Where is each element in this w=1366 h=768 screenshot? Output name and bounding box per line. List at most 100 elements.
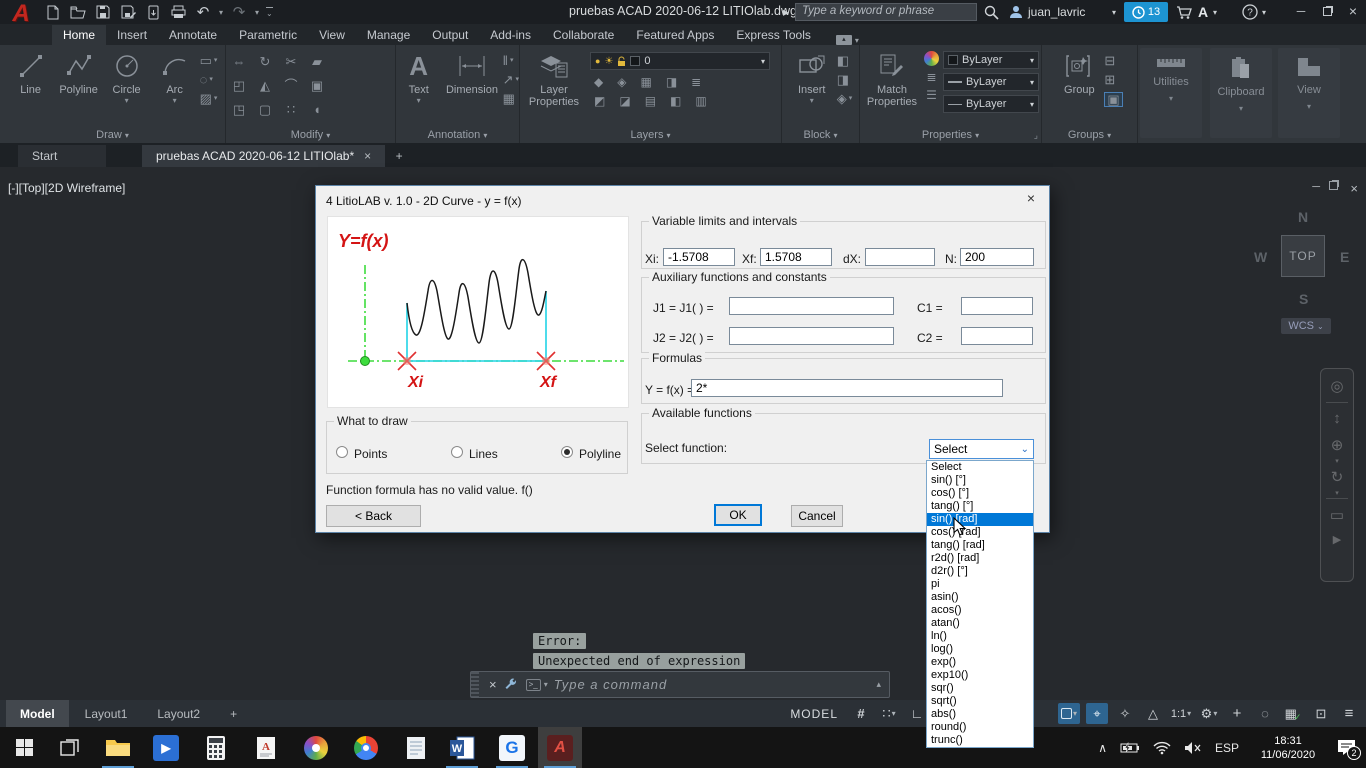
show-motion-icon[interactable]: ▭ bbox=[1330, 506, 1344, 524]
layer-tool-icon[interactable]: ≣ bbox=[691, 75, 701, 89]
action-center-icon[interactable]: 2 bbox=[1337, 739, 1356, 756]
open-from-web-icon[interactable] bbox=[144, 3, 162, 21]
save-as-icon[interactable] bbox=[119, 3, 137, 21]
j1-input[interactable] bbox=[729, 297, 894, 315]
list-item[interactable]: atan() bbox=[927, 617, 1033, 630]
list-item[interactable]: cos() [rad] bbox=[927, 526, 1033, 539]
new-file-icon[interactable] bbox=[44, 3, 62, 21]
linetype-list-icon[interactable]: ☰ bbox=[926, 88, 937, 102]
layer-tool-icon[interactable]: ▦ bbox=[640, 75, 651, 89]
wifi-icon[interactable] bbox=[1153, 741, 1171, 755]
tab-parametric[interactable]: Parametric bbox=[228, 25, 308, 45]
list-item[interactable]: tang() [°] bbox=[927, 500, 1033, 513]
layer-tool-icon[interactable]: ▤ bbox=[645, 94, 656, 108]
function-combobox[interactable]: Select ⌄ bbox=[929, 439, 1034, 459]
cart-icon[interactable] bbox=[1176, 3, 1192, 21]
tab-layout1[interactable]: Layout1 bbox=[71, 700, 142, 727]
lineweight-list-icon[interactable]: ≣ bbox=[926, 70, 936, 84]
list-item[interactable]: exp10() bbox=[927, 669, 1033, 682]
linetype-combo[interactable]: ByLayer ▾ bbox=[943, 95, 1039, 113]
layer-on-icon[interactable]: ● bbox=[595, 56, 600, 66]
layer-tool-icon[interactable]: ◨ bbox=[666, 75, 677, 89]
search-icon[interactable] bbox=[984, 3, 999, 21]
list-item[interactable]: sqrt() bbox=[927, 695, 1033, 708]
mirror-icon[interactable]: ◭ bbox=[260, 79, 270, 92]
zoom-extents-icon[interactable]: ⊕ bbox=[1331, 436, 1344, 454]
cli-close-icon[interactable]: × bbox=[489, 677, 497, 692]
signed-in-user[interactable]: juan_lavric bbox=[1028, 3, 1085, 21]
list-item[interactable]: r2d() [rad] bbox=[927, 552, 1033, 565]
paint-icon[interactable] bbox=[294, 727, 338, 768]
new-drawing-tab-icon[interactable]: + bbox=[387, 145, 411, 167]
layer-combo-arrow-icon[interactable]: ▾ bbox=[761, 57, 765, 66]
list-item-highlighted[interactable]: sin() [rad] bbox=[927, 513, 1033, 526]
tab-model[interactable]: Model bbox=[6, 700, 69, 727]
tab-view[interactable]: View bbox=[308, 25, 356, 45]
model-space-toggle[interactable]: MODEL bbox=[784, 703, 844, 724]
dx-input[interactable] bbox=[865, 248, 935, 266]
viewcube-north[interactable]: N bbox=[1298, 209, 1308, 225]
viewport-minimize-icon[interactable]: ─ bbox=[1312, 181, 1320, 193]
command-line[interactable]: × >_ ▾ Type a command ▴ bbox=[470, 671, 890, 698]
c1-input[interactable] bbox=[961, 297, 1033, 315]
file-explorer-icon[interactable] bbox=[96, 727, 140, 768]
ribbon-display-toggle[interactable]: ▴▾ bbox=[836, 35, 859, 45]
language-indicator[interactable]: ESP bbox=[1215, 741, 1239, 755]
tab-home[interactable]: Home bbox=[52, 25, 106, 45]
viewcube-west[interactable]: W bbox=[1254, 249, 1267, 265]
erase-icon[interactable]: ▰ bbox=[312, 55, 322, 68]
block-attributes-icon[interactable]: ◈▾ bbox=[837, 92, 853, 105]
restore-button[interactable] bbox=[1314, 0, 1340, 22]
layer-tool-icon[interactable]: ◩ bbox=[594, 94, 605, 108]
n-input[interactable]: 200 bbox=[960, 248, 1034, 266]
formula-input[interactable]: 2* bbox=[691, 379, 1003, 397]
layer-select-combo[interactable]: ● ☀ 0 ▾ bbox=[590, 52, 770, 70]
trim-icon[interactable]: ✂ bbox=[286, 55, 297, 68]
crosshair-icon[interactable]: + bbox=[1226, 703, 1248, 724]
object-snap-icon[interactable]: ⌖ bbox=[1086, 703, 1108, 724]
user-menu-icon[interactable]: ▾ bbox=[1112, 3, 1116, 21]
tab-annotate[interactable]: Annotate bbox=[158, 25, 228, 45]
autocad-logo-icon[interactable]: A bbox=[4, 0, 38, 28]
media-player-icon[interactable]: ▶ bbox=[144, 727, 188, 768]
view-collapsed-panel[interactable]: View ▾ bbox=[1278, 48, 1340, 138]
group-edit-icon[interactable]: ⊞ bbox=[1104, 73, 1122, 86]
battery-icon[interactable] bbox=[1120, 742, 1140, 754]
array-icon[interactable]: ∷ bbox=[287, 103, 295, 116]
move-icon[interactable]: ⇔ bbox=[233, 55, 246, 68]
cli-drag-handle[interactable] bbox=[471, 672, 479, 697]
arc-flyout-icon[interactable]: ▾ bbox=[173, 96, 177, 105]
tab-express-tools[interactable]: Express Tools bbox=[725, 25, 821, 45]
table-icon[interactable]: ▦ bbox=[503, 92, 519, 105]
viewcube-top-face[interactable]: TOP bbox=[1281, 235, 1325, 277]
object-color-combo[interactable]: ByLayer ▾ bbox=[943, 51, 1039, 69]
list-item[interactable]: trunc() bbox=[927, 734, 1033, 747]
save-icon[interactable] bbox=[94, 3, 112, 21]
j2-input[interactable] bbox=[729, 327, 894, 345]
layer-freeze-icon[interactable]: ☀ bbox=[604, 56, 613, 67]
qat-customize-icon[interactable]: ⌄ bbox=[266, 7, 273, 18]
search-input[interactable]: Type a keyword or phrase bbox=[795, 3, 977, 21]
rectangle-tool-icon[interactable]: ▭▾ bbox=[200, 54, 218, 67]
list-item[interactable]: ln() bbox=[927, 630, 1033, 643]
redo-icon[interactable]: ↷ bbox=[230, 3, 248, 21]
new-layout-icon[interactable]: + bbox=[216, 700, 251, 727]
copy-icon[interactable]: ◰ bbox=[233, 79, 245, 92]
fillet-icon[interactable]: ⌒ bbox=[284, 79, 297, 92]
polyline-radio[interactable] bbox=[561, 446, 573, 458]
arc-tool[interactable]: Arc ▾ bbox=[152, 48, 198, 126]
close-document-icon[interactable]: × bbox=[364, 149, 371, 163]
tab-addins[interactable]: Add-ins bbox=[479, 25, 542, 45]
graphics-performance-icon[interactable]: ▦✓ bbox=[1282, 703, 1304, 724]
undo-menu-icon[interactable]: ▾ bbox=[219, 8, 223, 17]
offset-icon[interactable]: ◖ bbox=[313, 103, 321, 116]
list-item[interactable]: round() bbox=[927, 721, 1033, 734]
layer-tool-icon[interactable]: ◪ bbox=[619, 94, 630, 108]
object-snap-tracking-icon[interactable]: ✧ bbox=[1114, 703, 1136, 724]
dialog-close-button[interactable]: × bbox=[1019, 190, 1043, 208]
ungroup-icon[interactable]: ⊟ bbox=[1104, 54, 1122, 67]
polar-tracking-icon[interactable]: ▾ bbox=[1058, 703, 1080, 724]
plot-icon[interactable] bbox=[169, 3, 187, 21]
layer-lock-icon[interactable] bbox=[617, 56, 626, 67]
group-tool[interactable]: Group bbox=[1056, 48, 1102, 126]
